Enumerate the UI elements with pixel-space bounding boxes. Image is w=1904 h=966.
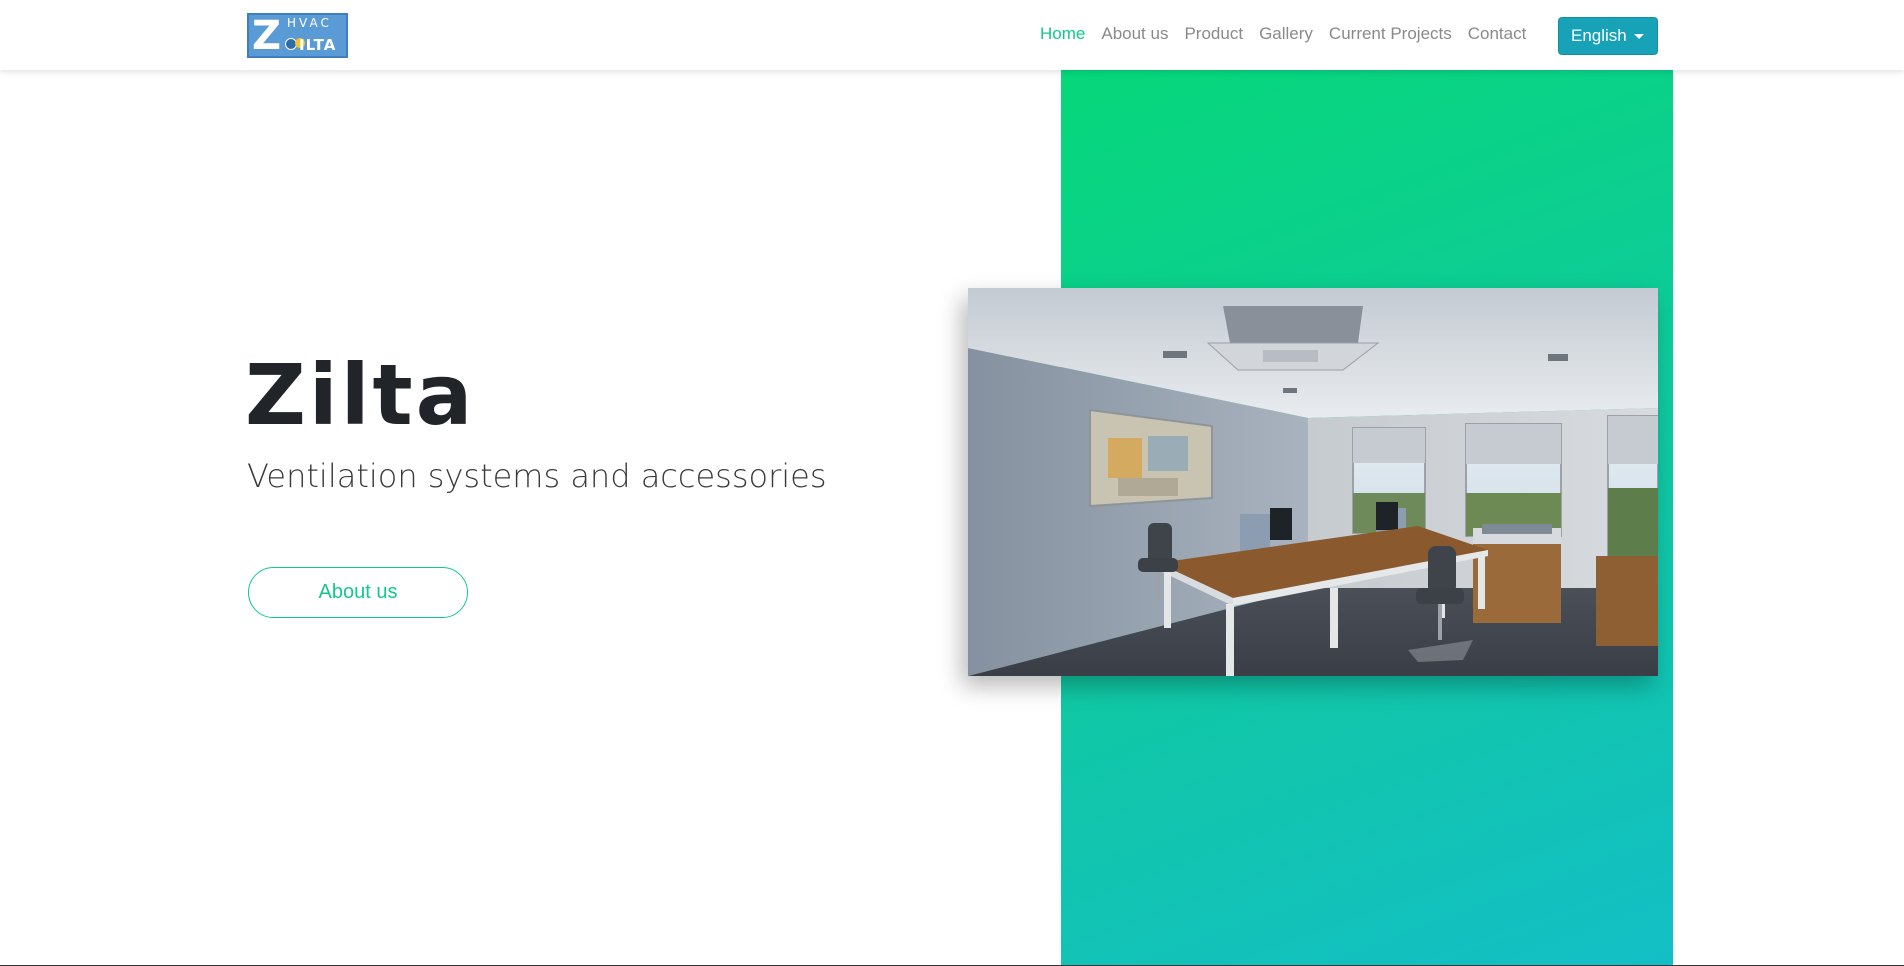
office-hero-image — [968, 288, 1658, 676]
about-us-button[interactable]: About us — [248, 567, 468, 618]
page: Z HVAC ILTA Home About us Product Galler… — [0, 0, 1904, 966]
main-nav: Home About us Product Gallery Current Pr… — [1040, 24, 1526, 44]
caret-down-icon — [1634, 34, 1644, 39]
top-navbar: Z HVAC ILTA Home About us Product Galler… — [0, 0, 1904, 70]
logo-letter: Z — [252, 13, 282, 58]
language-dropdown-button[interactable]: English — [1558, 17, 1658, 55]
language-label: English — [1571, 26, 1627, 45]
logo-bottom-text: ILTA — [299, 36, 337, 54]
zilta-logo[interactable]: Z HVAC ILTA — [247, 13, 348, 58]
nav-product[interactable]: Product — [1184, 24, 1243, 44]
nav-current-projects[interactable]: Current Projects — [1329, 24, 1452, 44]
hero-title: Zilta — [245, 346, 476, 444]
nav-home[interactable]: Home — [1040, 24, 1085, 44]
nav-contact[interactable]: Contact — [1468, 24, 1527, 44]
hero-subtitle: Ventilation systems and accessories — [247, 457, 827, 495]
nav-gallery[interactable]: Gallery — [1259, 24, 1313, 44]
logo-top-text: HVAC — [287, 16, 332, 30]
nav-about-us[interactable]: About us — [1101, 24, 1168, 44]
